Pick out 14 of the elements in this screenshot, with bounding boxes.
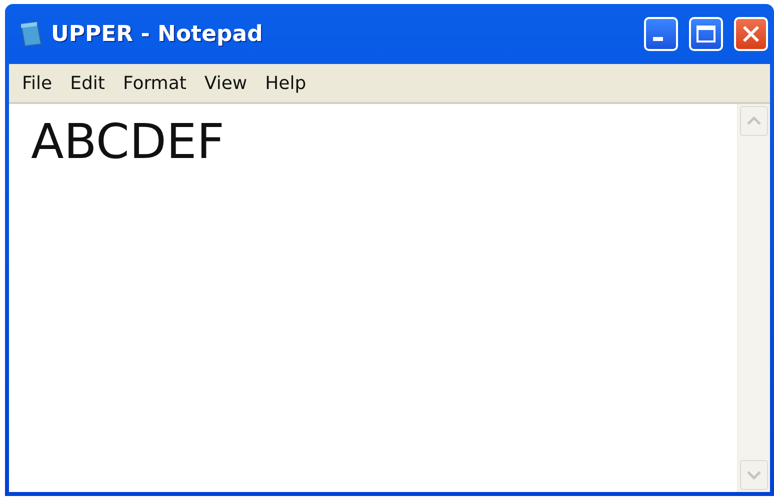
- menu-item[interactable]: Edit: [61, 68, 114, 98]
- window-title: UPPER - Notepad: [51, 22, 264, 46]
- minimize-button[interactable]: [644, 17, 678, 51]
- chevron-down-icon: [747, 470, 761, 480]
- menu-item[interactable]: File: [13, 68, 62, 98]
- menu-item[interactable]: Help: [256, 68, 316, 98]
- close-button[interactable]: [734, 17, 768, 51]
- chevron-up-icon: [747, 116, 761, 126]
- maximize-icon: [696, 25, 716, 43]
- maximize-button[interactable]: [689, 17, 723, 51]
- minimize-icon: [653, 37, 663, 41]
- menu-item[interactable]: Format: [114, 68, 196, 98]
- close-icon: [741, 24, 761, 44]
- menu-item[interactable]: View: [195, 68, 256, 98]
